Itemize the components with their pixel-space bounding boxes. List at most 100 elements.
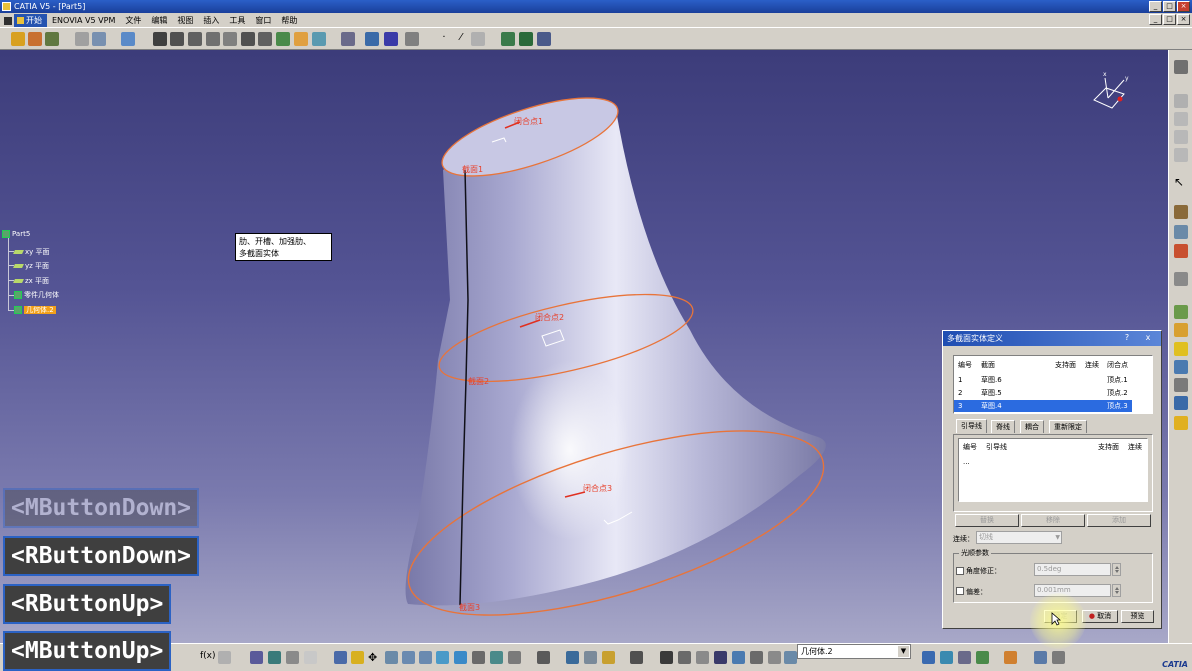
snap-icon[interactable]	[384, 32, 398, 46]
guide-row[interactable]: ...	[959, 456, 1147, 468]
swap-visible-icon[interactable]	[508, 651, 521, 664]
hide-show-icon[interactable]	[490, 651, 503, 664]
minimize-button[interactable]: _	[1149, 1, 1162, 12]
axis-icon[interactable]	[714, 651, 727, 664]
menu-start[interactable]: 开始	[14, 13, 47, 27]
document-icon[interactable]	[2, 14, 14, 27]
cut-icon[interactable]	[75, 32, 89, 46]
rotate-icon[interactable]	[385, 651, 398, 664]
print-icon[interactable]	[537, 651, 550, 664]
hole-icon[interactable]	[223, 32, 237, 46]
reorder-icon[interactable]	[696, 651, 709, 664]
normal-view-icon[interactable]	[436, 651, 449, 664]
chamfer-icon[interactable]	[1174, 244, 1188, 258]
render-icon[interactable]	[940, 651, 953, 664]
tab-relimitation[interactable]: 重新限定	[1049, 420, 1087, 433]
tab-guides[interactable]: 引导线	[956, 419, 987, 433]
menu-help[interactable]: 帮助	[276, 14, 302, 27]
view-icon-4[interactable]	[1174, 148, 1188, 162]
pattern-icon[interactable]	[1174, 360, 1188, 374]
sketch-icon[interactable]	[341, 32, 355, 46]
menu-enovia[interactable]: ENOVIA V5 VPM	[47, 14, 120, 27]
assemble-icon[interactable]	[678, 651, 691, 664]
paint-icon[interactable]	[1004, 651, 1017, 664]
tab-coupling[interactable]: 耦合	[1020, 420, 1044, 433]
catalog-icon[interactable]	[286, 651, 299, 664]
pan-icon[interactable]: ✥	[368, 651, 381, 664]
settings-icon[interactable]	[1174, 60, 1188, 74]
boolean-icon[interactable]	[660, 651, 673, 664]
iso-view-icon[interactable]	[454, 651, 467, 664]
measure-icon[interactable]	[519, 32, 533, 46]
macro-icon[interactable]	[1034, 651, 1047, 664]
sketch-view-icon[interactable]	[584, 651, 597, 664]
fit-all-icon[interactable]	[351, 651, 364, 664]
menu-window[interactable]: 窗口	[250, 14, 276, 27]
deviation-checkbox[interactable]	[956, 587, 964, 595]
open-file-icon[interactable]	[28, 32, 42, 46]
shell-icon[interactable]	[1174, 305, 1188, 319]
sketcher-icon[interactable]	[1174, 205, 1188, 219]
chevron-down-icon[interactable]: ▼	[898, 646, 909, 657]
tree-item-xy-plane[interactable]: xy 平面	[13, 247, 50, 257]
help-button[interactable]: ?	[1117, 332, 1137, 344]
fly-mode-icon[interactable]	[334, 651, 347, 664]
axis-system-icon[interactable]	[405, 32, 419, 46]
pad-icon[interactable]	[153, 32, 167, 46]
continuity-select[interactable]: 切线 ▼	[976, 531, 1062, 544]
menu-tools[interactable]: 工具	[224, 14, 250, 27]
section-row[interactable]: 2 草图.5 顶点.2	[954, 387, 1152, 399]
stiffener-icon[interactable]	[276, 32, 290, 46]
maximize-button[interactable]: □	[1163, 1, 1176, 12]
line-icon[interactable]: ⁄	[454, 32, 468, 46]
removed-multi-section-icon[interactable]	[312, 32, 326, 46]
zoom-out-icon[interactable]	[419, 651, 432, 664]
remove-button[interactable]: 移除	[1021, 514, 1085, 527]
comment-icon[interactable]	[218, 651, 231, 664]
chevron-down-icon[interactable]: ▼	[1055, 532, 1060, 543]
select-arrow-icon[interactable]: ↖	[1174, 175, 1188, 189]
cancel-button[interactable]: ● 取消	[1082, 610, 1118, 623]
texture-icon[interactable]	[976, 651, 989, 664]
menu-view[interactable]: 视图	[172, 14, 198, 27]
multi-section-solid-icon[interactable]	[294, 32, 308, 46]
work-body-select[interactable]: 几何体.2 ▼	[797, 644, 911, 659]
capture-icon[interactable]	[958, 651, 971, 664]
copy-icon[interactable]	[92, 32, 106, 46]
update-icon[interactable]	[566, 651, 579, 664]
constraint-icon[interactable]	[537, 32, 551, 46]
deviation-input[interactable]: 0.001mm	[1034, 584, 1111, 597]
compass-widget[interactable]: x y	[1084, 70, 1134, 120]
thickness-icon[interactable]	[1174, 323, 1188, 337]
tree-root-part5[interactable]: Part5	[2, 230, 30, 238]
view-icon[interactable]	[1174, 94, 1188, 108]
slot-icon[interactable]	[258, 32, 272, 46]
menu-edit[interactable]: 编辑	[146, 14, 172, 27]
pocket-icon[interactable]	[170, 32, 184, 46]
material-icon[interactable]	[922, 651, 935, 664]
rib-icon[interactable]	[241, 32, 255, 46]
section-row-selected[interactable]: 3 草图.4 顶点.3	[954, 400, 1132, 412]
table-icon[interactable]	[250, 651, 263, 664]
split-icon[interactable]	[750, 651, 763, 664]
workbench-icon[interactable]	[1052, 651, 1065, 664]
formula-icon[interactable]: f(x)	[200, 651, 216, 664]
tree-item-body-2[interactable]: 几何体.2	[14, 305, 56, 315]
doc-minimize-button[interactable]: _	[1149, 14, 1162, 25]
curve-icon[interactable]	[768, 651, 781, 664]
doc-close-button[interactable]: ×	[1177, 14, 1190, 25]
translate-icon[interactable]	[1174, 396, 1188, 410]
sections-list[interactable]: 编号 截面 支持面 连续 闭合点 1 草图.6 顶点.1 2 草图.5 顶点.2…	[953, 355, 1153, 414]
section-row[interactable]: 1 草图.6 顶点.1	[954, 374, 1152, 386]
body-icon[interactable]	[732, 651, 745, 664]
shading-icon[interactable]	[472, 651, 485, 664]
new-file-icon[interactable]	[11, 32, 25, 46]
point-icon[interactable]: ·	[437, 32, 451, 46]
angle-correction-checkbox[interactable]	[956, 567, 964, 575]
tree-expand-icon[interactable]	[268, 651, 281, 664]
replace-button[interactable]: 替换	[955, 514, 1019, 527]
dialog-close-button[interactable]: x	[1138, 332, 1158, 344]
groove-icon[interactable]	[206, 32, 220, 46]
grid-icon[interactable]	[365, 32, 379, 46]
view-icon-3[interactable]	[1174, 130, 1188, 144]
